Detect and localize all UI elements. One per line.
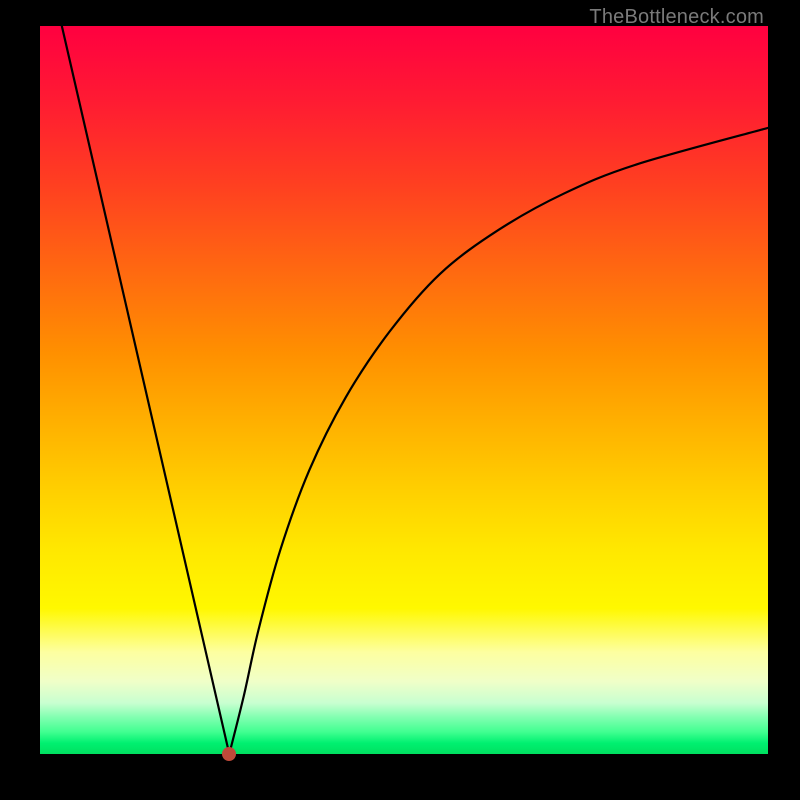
bottleneck-curve <box>62 26 768 754</box>
curve-svg <box>40 26 768 754</box>
minimum-marker-icon <box>222 747 236 761</box>
plot-area <box>40 26 768 754</box>
chart-frame: TheBottleneck.com <box>0 0 800 800</box>
